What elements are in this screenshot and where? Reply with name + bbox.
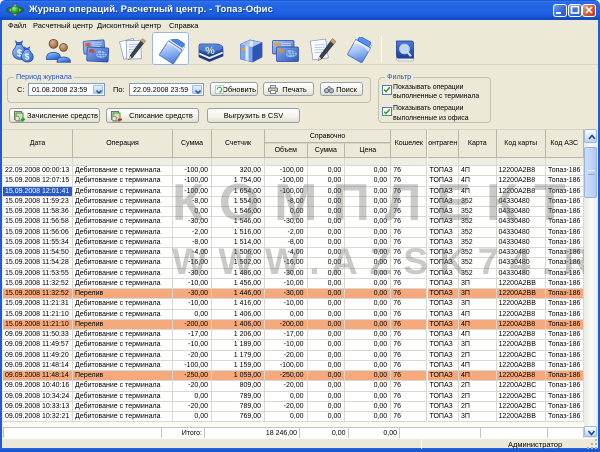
svg-text:%: % (205, 44, 216, 57)
svg-text:$: $ (25, 51, 30, 61)
